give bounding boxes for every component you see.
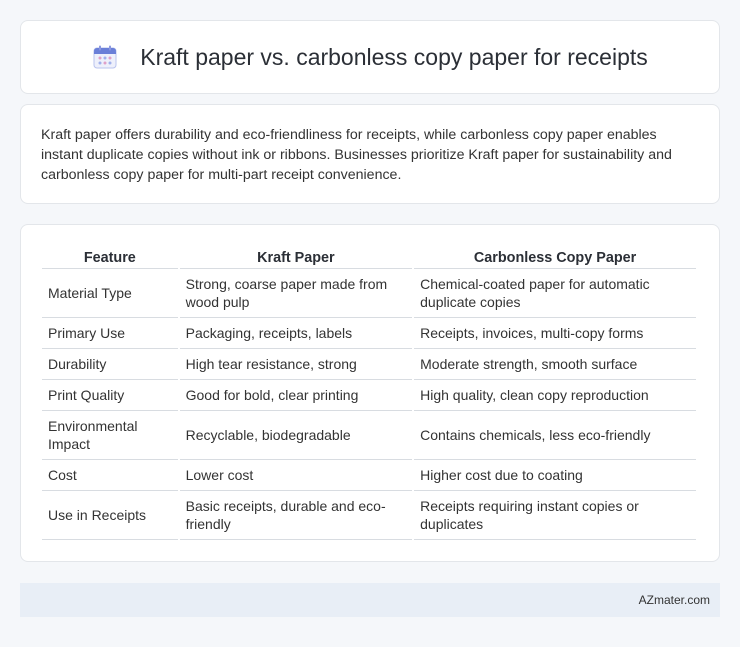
kraft-cell: Packaging, receipts, labels bbox=[179, 318, 413, 349]
carbonless-cell: Moderate strength, smooth surface bbox=[414, 349, 696, 380]
feature-cell: Print Quality bbox=[42, 380, 178, 411]
footer-site-link[interactable]: AZmater.com bbox=[639, 593, 710, 607]
kraft-cell: Strong, coarse paper made from wood pulp bbox=[179, 269, 413, 318]
table-row: Environmental Impact Recyclable, biodegr… bbox=[42, 411, 696, 460]
kraft-cell: Recyclable, biodegradable bbox=[179, 411, 413, 460]
feature-cell: Durability bbox=[42, 349, 178, 380]
title-row: Kraft paper vs. carbonless copy paper fo… bbox=[92, 44, 648, 71]
calendar-icon bbox=[92, 44, 118, 70]
header-carbonless-paper: Carbonless Copy Paper bbox=[414, 247, 696, 269]
page-title: Kraft paper vs. carbonless copy paper fo… bbox=[140, 43, 648, 70]
header-feature: Feature bbox=[42, 247, 178, 269]
feature-cell: Material Type bbox=[42, 269, 178, 318]
carbonless-cell: Higher cost due to coating bbox=[414, 460, 696, 491]
table-row: Durability High tear resistance, strong … bbox=[42, 349, 696, 380]
kraft-cell: Good for bold, clear printing bbox=[179, 380, 413, 411]
table-header-row: Feature Kraft Paper Carbonless Copy Pape… bbox=[42, 247, 696, 269]
carbonless-cell: High quality, clean copy reproduction bbox=[414, 380, 696, 411]
feature-cell: Primary Use bbox=[42, 318, 178, 349]
comparison-card: Feature Kraft Paper Carbonless Copy Pape… bbox=[20, 224, 720, 562]
summary-text: Kraft paper offers durability and eco-fr… bbox=[41, 127, 672, 183]
kraft-cell: Basic receipts, durable and eco-friendly bbox=[179, 491, 413, 540]
table-row: Use in Receipts Basic receipts, durable … bbox=[42, 491, 696, 540]
comparison-table: Feature Kraft Paper Carbonless Copy Pape… bbox=[40, 247, 698, 540]
carbonless-cell: Chemical-coated paper for automatic dupl… bbox=[414, 269, 696, 318]
summary-card: Kraft paper offers durability and eco-fr… bbox=[20, 104, 720, 204]
table-row: Cost Lower cost Higher cost due to coati… bbox=[42, 460, 696, 491]
footer-bar: AZmater.com bbox=[20, 583, 720, 617]
feature-cell: Use in Receipts bbox=[42, 491, 178, 540]
table-row: Primary Use Packaging, receipts, labels … bbox=[42, 318, 696, 349]
table-row: Material Type Strong, coarse paper made … bbox=[42, 269, 696, 318]
kraft-cell: Lower cost bbox=[179, 460, 413, 491]
feature-cell: Cost bbox=[42, 460, 178, 491]
feature-cell: Environmental Impact bbox=[42, 411, 178, 460]
title-card: Kraft paper vs. carbonless copy paper fo… bbox=[20, 20, 720, 94]
carbonless-cell: Contains chemicals, less eco-friendly bbox=[414, 411, 696, 460]
table-row: Print Quality Good for bold, clear print… bbox=[42, 380, 696, 411]
header-kraft-paper: Kraft Paper bbox=[179, 247, 413, 269]
carbonless-cell: Receipts requiring instant copies or dup… bbox=[414, 491, 696, 540]
carbonless-cell: Receipts, invoices, multi-copy forms bbox=[414, 318, 696, 349]
kraft-cell: High tear resistance, strong bbox=[179, 349, 413, 380]
